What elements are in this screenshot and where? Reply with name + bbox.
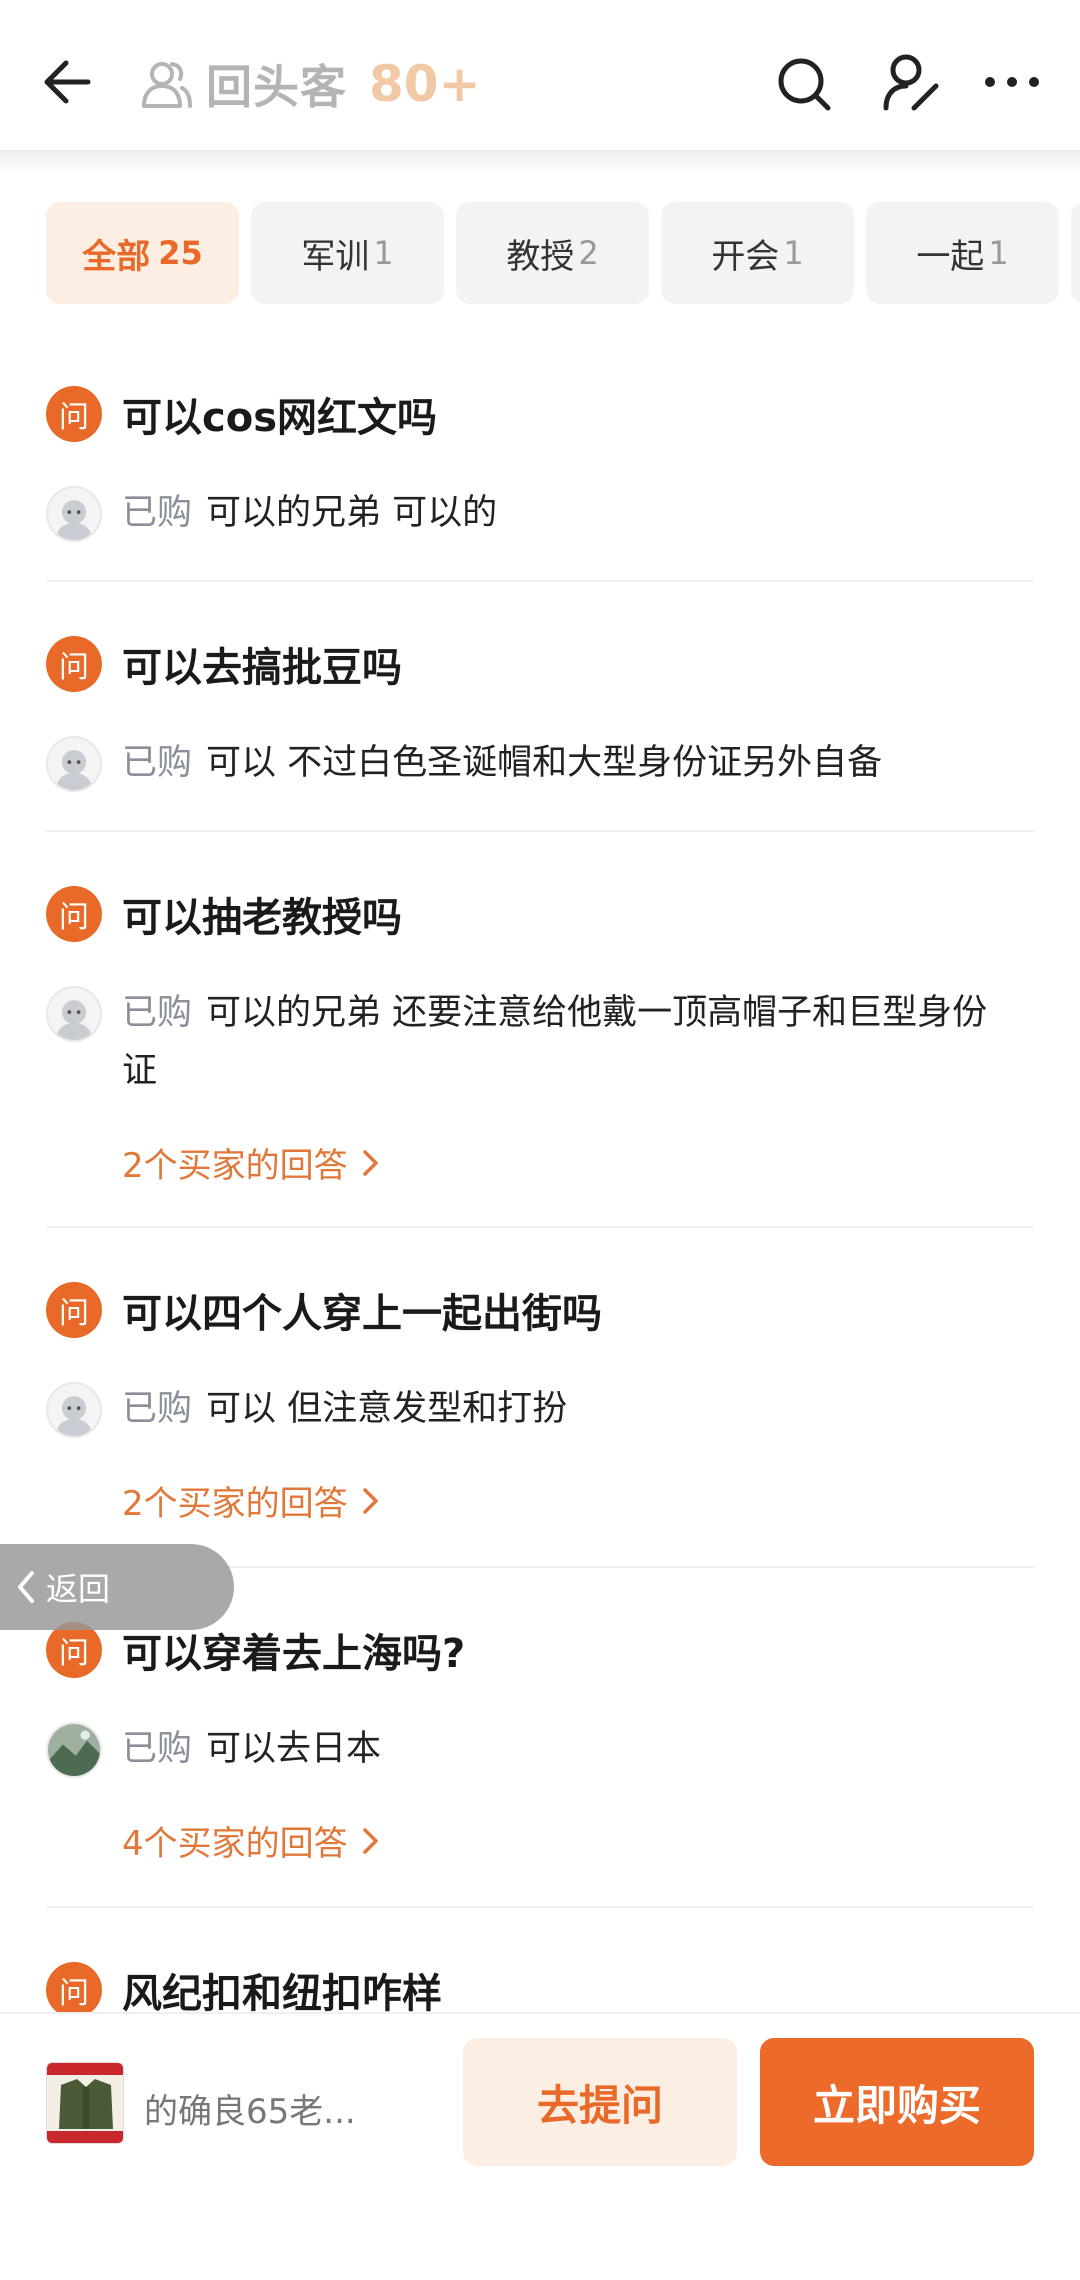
more-answers-link[interactable]: 4个买家的回答 xyxy=(122,1816,1034,1865)
bottom-action-bar: 的确良65老... 去提问 立即购买 xyxy=(0,2012,1080,2280)
chevron-right-icon xyxy=(362,1149,378,1176)
filter-tabs: 全部 25 军训 1 教授 2 开会 1 一起 1 xyxy=(46,202,1080,306)
answer-text: 可以 不过白色圣诞帽和大型身份证另外自备 xyxy=(206,743,883,783)
chevron-right-icon xyxy=(362,1827,378,1854)
purchased-tag: 已购 xyxy=(122,493,193,533)
tab-count: 1 xyxy=(373,234,394,272)
users-icon xyxy=(142,62,192,108)
user-edit-icon[interactable] xyxy=(878,50,944,116)
tab-label: 开会 xyxy=(711,236,780,277)
more-answers-link[interactable]: 2个买家的回答 xyxy=(122,1138,1034,1187)
divider xyxy=(46,1906,1034,1908)
floating-back-label: 返回 xyxy=(46,1570,111,1608)
title-count: 80+ xyxy=(369,55,481,113)
avatar xyxy=(46,986,102,1042)
answer-text: 可以 但注意发型和打扮 xyxy=(206,1389,568,1429)
purchased-tag: 已购 xyxy=(122,1729,193,1769)
tab-count: 1 xyxy=(783,234,804,272)
question-badge: 问 xyxy=(46,386,102,442)
top-bar: 回头客 80+ xyxy=(0,0,1080,152)
question-badge: 问 xyxy=(46,1282,102,1338)
question-badge: 问 xyxy=(46,1622,102,1678)
tab-overflow[interactable] xyxy=(1071,202,1080,304)
tab-together[interactable]: 一起 1 xyxy=(866,202,1059,304)
qa-item[interactable]: 问 可以四个人穿上一起出街吗 已购 可以 但注意发型和打扮 2个买家的回答 xyxy=(46,1280,1034,1525)
question-text: 可以抽老教授吗 xyxy=(122,895,402,941)
question-text: 可以cos网红文吗 xyxy=(122,395,437,441)
answer-text: 可以的兄弟 还要注意给他戴一顶高帽子和巨型身份证 xyxy=(122,993,988,1091)
tab-label: 全部 xyxy=(82,236,151,277)
more-answers-label: 2个买家的回答 xyxy=(122,1146,348,1186)
title-label: 回头客 xyxy=(206,60,347,114)
tab-military-training[interactable]: 军训 1 xyxy=(251,202,444,304)
tab-label: 一起 xyxy=(916,236,985,277)
more-answers-link[interactable]: 2个买家的回答 xyxy=(122,1476,1034,1525)
product-name[interactable]: 的确良65老... xyxy=(144,2084,356,2133)
tab-meeting[interactable]: 开会 1 xyxy=(661,202,854,304)
question-text: 风纪扣和纽扣咋样 xyxy=(122,1971,442,2017)
avatar xyxy=(46,1722,102,1778)
chevron-left-icon xyxy=(18,1571,34,1603)
answer-text: 可以去日本 xyxy=(206,1729,382,1769)
product-thumbnail[interactable] xyxy=(46,2062,124,2144)
chevron-right-icon xyxy=(362,1487,378,1514)
back-arrow-icon[interactable] xyxy=(38,50,102,114)
search-icon[interactable] xyxy=(772,52,836,116)
avatar xyxy=(46,1382,102,1438)
qa-item[interactable]: 问 可以去搞批豆吗 已购 可以 不过白色圣诞帽和大型身份证另外自备 xyxy=(46,634,1034,792)
ask-question-button[interactable]: 去提问 xyxy=(463,2038,737,2166)
qa-item[interactable]: 问 可以cos网红文吗 已购 可以的兄弟 可以的 xyxy=(46,384,1034,542)
tab-count: 1 xyxy=(988,234,1009,272)
qa-item[interactable]: 问 风纪扣和纽扣咋样 xyxy=(46,1960,1034,2020)
more-answers-label: 2个买家的回答 xyxy=(122,1484,348,1524)
purchased-tag: 已购 xyxy=(122,743,193,783)
purchased-tag: 已购 xyxy=(122,1389,193,1429)
header-divider xyxy=(0,150,1080,174)
question-text: 可以四个人穿上一起出街吗 xyxy=(122,1291,602,1337)
qa-item[interactable]: 问 可以抽老教授吗 已购 可以的兄弟 还要注意给他戴一顶高帽子和巨型身份证 2个买… xyxy=(46,884,1034,1187)
tab-count: 25 xyxy=(158,234,203,272)
qa-item[interactable]: 问 可以穿着去上海吗? 已购 可以去日本 4个买家的回答 xyxy=(46,1620,1034,1865)
answer-text: 可以的兄弟 可以的 xyxy=(206,493,498,533)
avatar xyxy=(46,486,102,542)
more-answers-label: 4个买家的回答 xyxy=(122,1824,348,1864)
question-badge: 问 xyxy=(46,1962,102,2018)
tab-professor[interactable]: 教授 2 xyxy=(456,202,649,304)
tab-label: 教授 xyxy=(506,236,575,277)
avatar xyxy=(46,736,102,792)
more-icon[interactable] xyxy=(980,62,1044,102)
tab-all[interactable]: 全部 25 xyxy=(46,202,239,304)
tab-count: 2 xyxy=(578,234,599,272)
buy-now-button[interactable]: 立即购买 xyxy=(760,2038,1034,2166)
page-title: 回头客 80+ xyxy=(138,52,480,116)
tab-label: 军训 xyxy=(301,236,370,277)
question-text: 可以去搞批豆吗 xyxy=(122,645,402,691)
divider xyxy=(46,1226,1034,1228)
purchased-tag: 已购 xyxy=(122,993,193,1033)
question-badge: 问 xyxy=(46,886,102,942)
divider xyxy=(46,830,1034,832)
divider xyxy=(46,580,1034,582)
floating-back-button[interactable]: 返回 xyxy=(0,1544,234,1630)
question-badge: 问 xyxy=(46,636,102,692)
